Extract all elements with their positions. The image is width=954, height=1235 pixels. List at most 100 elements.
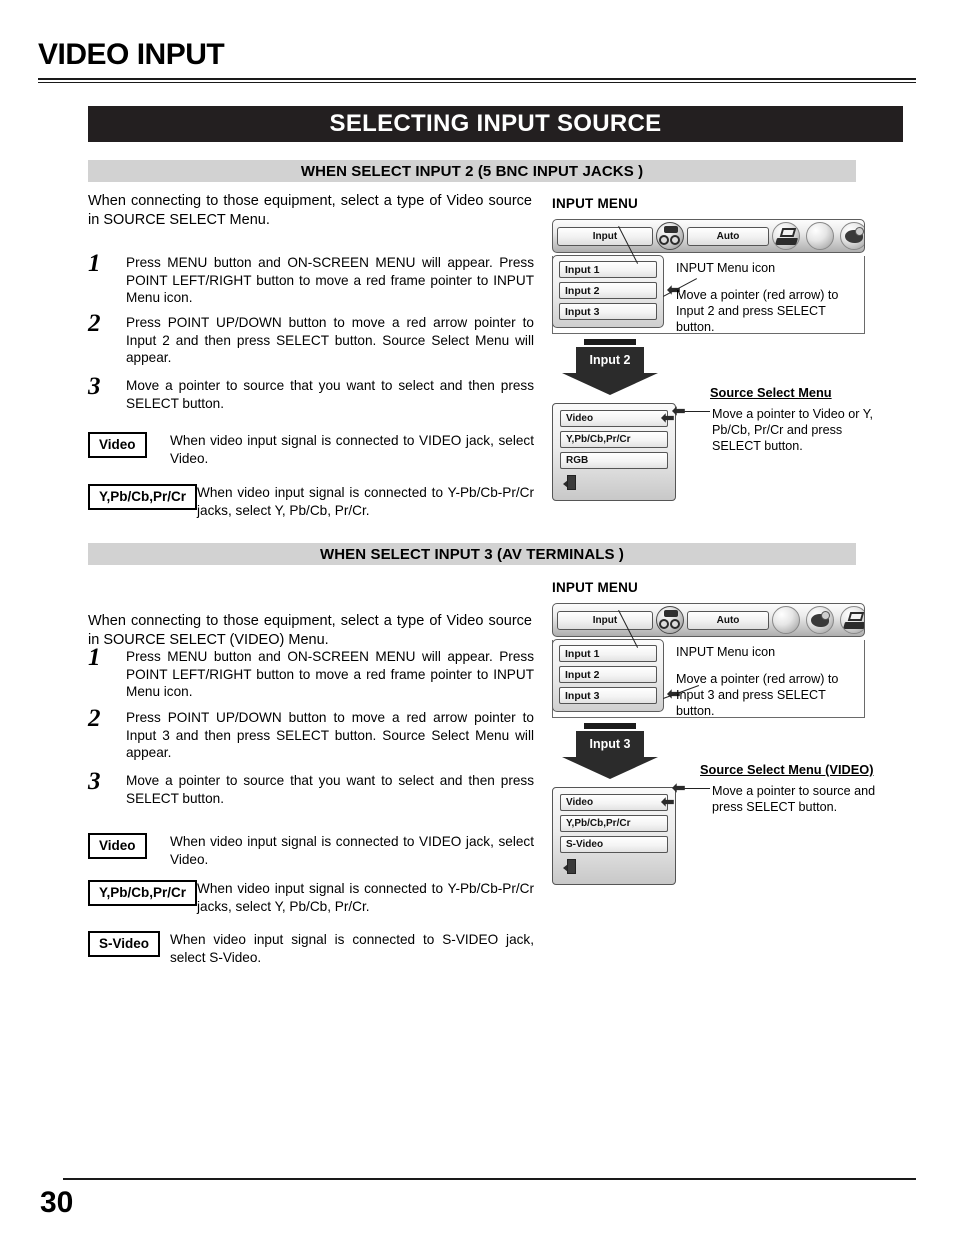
osd-menu-bar: Input Auto	[552, 603, 865, 637]
step-number: 1	[88, 250, 101, 277]
source-select-menu-title: Source Select Menu (VIDEO)	[700, 762, 874, 777]
callout-item: Y,Pb/Cb,Pr/Cr When video input signal is…	[88, 880, 534, 915]
step-item: 3 Move a pointer to source that you want…	[88, 373, 534, 412]
page-number: 30	[40, 1186, 74, 1219]
step-item: 2 Press POINT UP/DOWN button to move a r…	[88, 705, 534, 762]
section-banner: SELECTING INPUT SOURCE	[88, 106, 903, 142]
osd-input-button[interactable]: Input	[557, 226, 653, 246]
input-list-item[interactable]: Input 1	[559, 261, 657, 278]
callout-text: When video input signal is connected to …	[170, 932, 534, 965]
leader-arrowhead-icon: ⬅	[672, 403, 686, 420]
step-text: Press POINT UP/DOWN button to move a red…	[126, 315, 534, 365]
osd-auto-button[interactable]: Auto	[687, 610, 769, 630]
source-item[interactable]: Video	[560, 410, 668, 427]
input-source-icon[interactable]	[656, 606, 684, 634]
step-item: 2 Press POINT UP/DOWN button to move a r…	[88, 310, 534, 367]
callout-item: Video When video input signal is connect…	[88, 432, 534, 467]
step-number: 2	[88, 310, 101, 337]
callout-keycap: Y,Pb/Cb,Pr/Cr	[88, 880, 198, 906]
annotation-source-select: Move a pointer to source and press SELEC…	[712, 784, 876, 814]
arrow-cap	[584, 339, 636, 345]
arrow-tip	[562, 757, 658, 779]
callout-keycap: Video	[88, 833, 147, 859]
callout-item: Video When video input signal is connect…	[88, 833, 534, 868]
annotation-input-menu-icon: INPUT Menu icon	[676, 645, 776, 659]
callout-text: When video input signal is connected to …	[197, 485, 534, 518]
intro-paragraph-input3: When connecting to those equipment, sele…	[88, 613, 532, 648]
source-item[interactable]: RGB	[560, 452, 668, 469]
source-select-menu: Video Y,Pb/Cb,Pr/Cr S-Video ⬅	[552, 787, 676, 885]
step-item: 1 Press MENU button and ON-SCREEN MENU w…	[88, 644, 534, 701]
footer-divider	[63, 1178, 916, 1180]
callout-text: When video input signal is connected to …	[170, 834, 534, 867]
osd-input-button[interactable]: Input	[557, 610, 653, 630]
flow-arrow-banner: Input 2	[562, 339, 658, 395]
callout-text: When video input signal is connected to …	[197, 881, 534, 914]
step-number: 2	[88, 705, 101, 732]
palette-icon[interactable]	[806, 606, 834, 634]
input-list-item[interactable]: Input 2	[559, 282, 657, 299]
step-item: 3 Move a pointer to source that you want…	[88, 768, 534, 807]
input-list-panel: Input 1 Input 2 Input 3	[552, 255, 664, 328]
source-item[interactable]: Y,Pb/Cb,Pr/Cr	[560, 815, 668, 832]
step-text: Press MENU button and ON-SCREEN MENU wil…	[126, 649, 534, 699]
step-item: 1 Press MENU button and ON-SCREEN MENU w…	[88, 250, 534, 307]
laptop-icon[interactable]	[772, 222, 800, 250]
annotation-move-pointer: Move a pointer (red arrow) to Input 3 an…	[676, 672, 839, 718]
diagram-label: INPUT MENU	[552, 580, 638, 595]
step-text: Move a pointer to source that you want t…	[126, 378, 534, 411]
title-divider	[38, 78, 916, 83]
exit-icon[interactable]	[560, 857, 668, 876]
leader-arrowhead-icon: ⬅	[672, 780, 686, 797]
arrow-label: Input 2	[576, 347, 644, 373]
subsection-heading-input3: WHEN SELECT INPUT 3 (AV TERMINALS )	[88, 543, 856, 565]
callout-keycap: Y,Pb/Cb,Pr/Cr	[88, 484, 198, 510]
diagram-label: INPUT MENU	[552, 196, 638, 211]
input-list-item[interactable]: Input 3	[559, 303, 657, 320]
osd-menu-bar: Input Auto	[552, 219, 865, 253]
input-source-icon[interactable]	[656, 222, 684, 250]
annotation-move-pointer: Move a pointer (red arrow) to Input 2 an…	[676, 288, 839, 334]
laptop-icon[interactable]	[840, 606, 864, 634]
bar-graph-icon[interactable]	[772, 606, 800, 634]
osd-body: Input 1 Input 2 Input 3 ⬅ INPUT Menu ico…	[552, 610, 865, 718]
input-list-item[interactable]: Input 3	[559, 687, 657, 704]
intro-paragraph-input2: When connecting to those equipment, sele…	[88, 193, 532, 228]
step-text: Press MENU button and ON-SCREEN MENU wil…	[126, 255, 534, 305]
source-item[interactable]: Y,Pb/Cb,Pr/Cr	[560, 431, 668, 448]
source-item[interactable]: Video	[560, 794, 668, 811]
step-number: 3	[88, 373, 101, 400]
palette-icon[interactable]	[840, 222, 864, 250]
exit-icon[interactable]	[560, 473, 668, 492]
callout-keycap: Video	[88, 432, 147, 458]
callout-text: When video input signal is connected to …	[170, 433, 534, 466]
bar-graph-icon[interactable]	[806, 222, 834, 250]
red-arrow-pointer-icon: ⬅	[661, 794, 675, 811]
osd-window: Input Auto Input 1 Input 2 Input 3 ⬅ INP…	[552, 603, 865, 718]
input-list-panel: Input 1 Input 2 Input 3	[552, 639, 664, 712]
input-menu-diagram-input2: INPUT MENU Input Auto Input 1 Input 2 In…	[552, 196, 873, 501]
step-number: 3	[88, 768, 101, 795]
callout-item: S-Video When video input signal is conne…	[88, 931, 534, 966]
input-menu-diagram-input3: INPUT MENU Input Auto Input 1 Input 2 In…	[552, 580, 875, 885]
callout-item: Y,Pb/Cb,Pr/Cr When video input signal is…	[88, 484, 534, 519]
arrow-cap	[584, 723, 636, 729]
callout-keycap: S-Video	[88, 931, 161, 957]
arrow-tip	[562, 373, 658, 395]
osd-body: Input 1 Input 2 Input 3 ⬅ INPUT Menu ico…	[552, 226, 865, 334]
annotation-input-menu-icon: INPUT Menu icon	[676, 261, 776, 275]
annotation-source-select: Move a pointer to Video or Y, Pb/Cb, Pr/…	[712, 407, 874, 453]
flow-arrow-banner: Input 3	[562, 723, 658, 779]
step-text: Press POINT UP/DOWN button to move a red…	[126, 710, 534, 760]
osd-window: Input Auto Input 1 Input 2 Input 3 ⬅ INP…	[552, 219, 865, 334]
source-select-menu-title: Source Select Menu	[710, 385, 832, 400]
arrow-label: Input 3	[576, 731, 644, 757]
page-title: VIDEO INPUT	[38, 38, 225, 71]
input-list-item[interactable]: Input 2	[559, 666, 657, 683]
source-select-menu: Video Y,Pb/Cb,Pr/Cr RGB ⬅	[552, 403, 676, 501]
osd-auto-button[interactable]: Auto	[687, 226, 769, 246]
input-list-item[interactable]: Input 1	[559, 645, 657, 662]
step-text: Move a pointer to source that you want t…	[126, 773, 534, 806]
subsection-heading-input2: WHEN SELECT INPUT 2 (5 BNC INPUT JACKS )	[88, 160, 856, 182]
source-item[interactable]: S-Video	[560, 836, 668, 853]
